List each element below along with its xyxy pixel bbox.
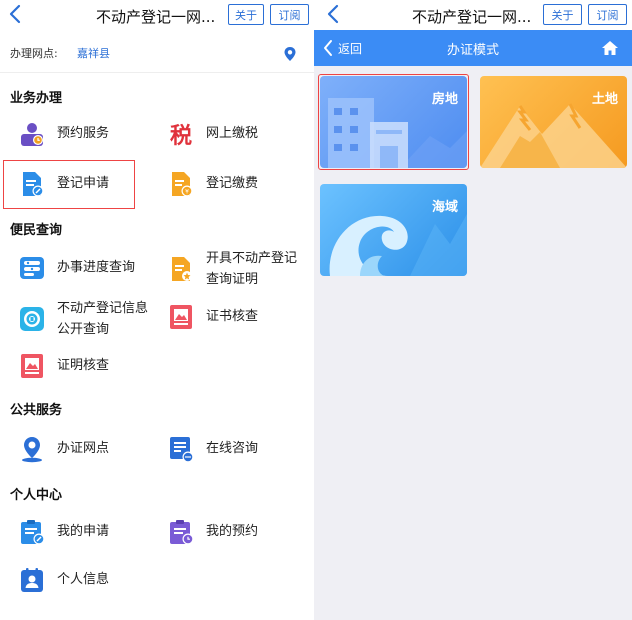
subscribe-button[interactable]: 订阅 xyxy=(270,4,309,25)
menu-item-label-line2: 公开查询 xyxy=(57,322,110,337)
svg-text:¥: ¥ xyxy=(185,189,189,196)
menu-item-label-line2: 查询证明 xyxy=(206,272,259,287)
card-label: 土地 xyxy=(591,92,618,107)
about-button[interactable]: 关于 xyxy=(543,4,582,25)
menu-item-registration-apply[interactable]: 登记申请 xyxy=(18,170,109,198)
menu-item-label: 预约服务 xyxy=(57,126,110,141)
back-chevron-icon[interactable] xyxy=(326,4,340,24)
menu-item-certificate-issue[interactable]: 开具不动产登记 查询证明 xyxy=(167,248,297,290)
menu-item-label: 证书核查 xyxy=(206,309,259,324)
registration-fee-icon: ¥ xyxy=(172,172,193,197)
divider xyxy=(0,72,314,73)
card-label: 房地 xyxy=(431,92,458,107)
menu-item-my-appointment[interactable]: 我的预约 xyxy=(167,518,258,546)
service-site-row[interactable]: 办理网点: 嘉祥县 xyxy=(0,38,314,68)
online-consult-icon xyxy=(170,437,194,463)
mode-card-building-land[interactable]: 房地 xyxy=(320,76,467,168)
tax-icon: 税 xyxy=(169,123,192,149)
home-icon[interactable] xyxy=(601,40,619,56)
my-appointment-icon xyxy=(170,520,194,545)
menu-item-appointment[interactable]: 预约服务 xyxy=(18,120,109,148)
menu-item-label: 办事进度查询 xyxy=(57,260,136,275)
my-application-icon xyxy=(21,520,45,545)
left-screen: 不动产登记一网... 关于 订阅 办理网点: 嘉祥县 业务办理 预约服务 税 网… xyxy=(0,0,314,620)
section-title-public: 公共服务 xyxy=(10,403,63,418)
window-title: 不动产登记一网... xyxy=(96,8,216,26)
menu-item-label-line1: 开具不动产登记 xyxy=(206,251,298,266)
menu-item-service-location[interactable]: 办证网点 xyxy=(18,435,109,463)
menu-item-my-application[interactable]: 我的申请 xyxy=(18,518,109,546)
menu-item-label: 证明核查 xyxy=(57,358,110,373)
public-info-query-icon xyxy=(20,307,44,331)
certificate-issue-icon xyxy=(172,257,192,281)
section-title-query: 便民查询 xyxy=(10,223,63,238)
menu-item-label: 登记申请 xyxy=(57,176,110,191)
menu-item-online-consult[interactable]: 在线咨询 xyxy=(167,435,258,463)
menu-item-label: 我的申请 xyxy=(57,524,110,539)
registration-apply-icon xyxy=(23,172,44,197)
section-title-personal: 个人中心 xyxy=(10,488,63,503)
section-title-business: 业务办理 xyxy=(10,91,63,106)
progress-query-icon xyxy=(20,257,44,279)
site-value[interactable]: 嘉祥县 xyxy=(77,45,110,61)
menu-item-public-info-query[interactable]: 不动产登记信息 公开查询 xyxy=(18,298,148,340)
menu-item-label: 办证网点 xyxy=(57,441,110,456)
menu-item-progress-query[interactable]: 办事进度查询 xyxy=(18,254,135,282)
menu-item-label-line1: 不动产登记信息 xyxy=(57,301,149,316)
menu-item-label: 在线咨询 xyxy=(206,441,259,456)
mini-program-titlebar: 不动产登记一网... 关于 订阅 xyxy=(314,0,632,30)
window-title: 不动产登记一网... xyxy=(412,8,532,26)
page-navbar: 返回 办证模式 xyxy=(314,30,632,66)
menu-item-proof-check[interactable]: 证明核查 xyxy=(18,352,109,380)
menu-item-label: 我的预约 xyxy=(206,524,259,539)
menu-item-label: 个人信息 xyxy=(57,572,110,587)
location-pin-icon[interactable] xyxy=(283,46,297,62)
site-label: 办理网点: xyxy=(10,47,58,60)
menu-item-label: 登记缴费 xyxy=(206,176,259,191)
service-location-icon xyxy=(22,437,42,463)
subscribe-button[interactable]: 订阅 xyxy=(588,4,627,25)
right-screen: 不动产登记一网... 关于 订阅 返回 办证模式 房地 土地 海域 xyxy=(314,0,632,620)
mini-program-titlebar: 不动产登记一网... 关于 订阅 xyxy=(0,0,314,30)
about-button[interactable]: 关于 xyxy=(228,4,264,25)
menu-item-label: 不动产登记信息 公开查询 xyxy=(57,298,148,340)
certificate-check-icon xyxy=(170,305,192,329)
menu-item-label: 网上缴税 xyxy=(206,126,259,141)
mode-card-sea-area[interactable]: 海域 xyxy=(320,184,467,276)
menu-item-certificate-check[interactable]: 证书核查 xyxy=(167,303,258,331)
menu-item-label: 开具不动产登记 查询证明 xyxy=(206,248,297,290)
proof-check-icon xyxy=(21,354,43,378)
appointment-icon xyxy=(21,123,43,146)
page-title: 办证模式 xyxy=(446,43,499,58)
card-label: 海域 xyxy=(431,200,458,215)
menu-item-personal-info[interactable]: 个人信息 xyxy=(18,566,109,594)
mode-card-land[interactable]: 土地 xyxy=(480,76,627,168)
menu-item-online-tax[interactable]: 税 网上缴税 xyxy=(167,120,259,149)
menu-item-registration-fee[interactable]: ¥ 登记缴费 xyxy=(167,170,258,198)
back-chevron-icon[interactable] xyxy=(8,4,22,24)
personal-info-icon xyxy=(21,568,43,592)
